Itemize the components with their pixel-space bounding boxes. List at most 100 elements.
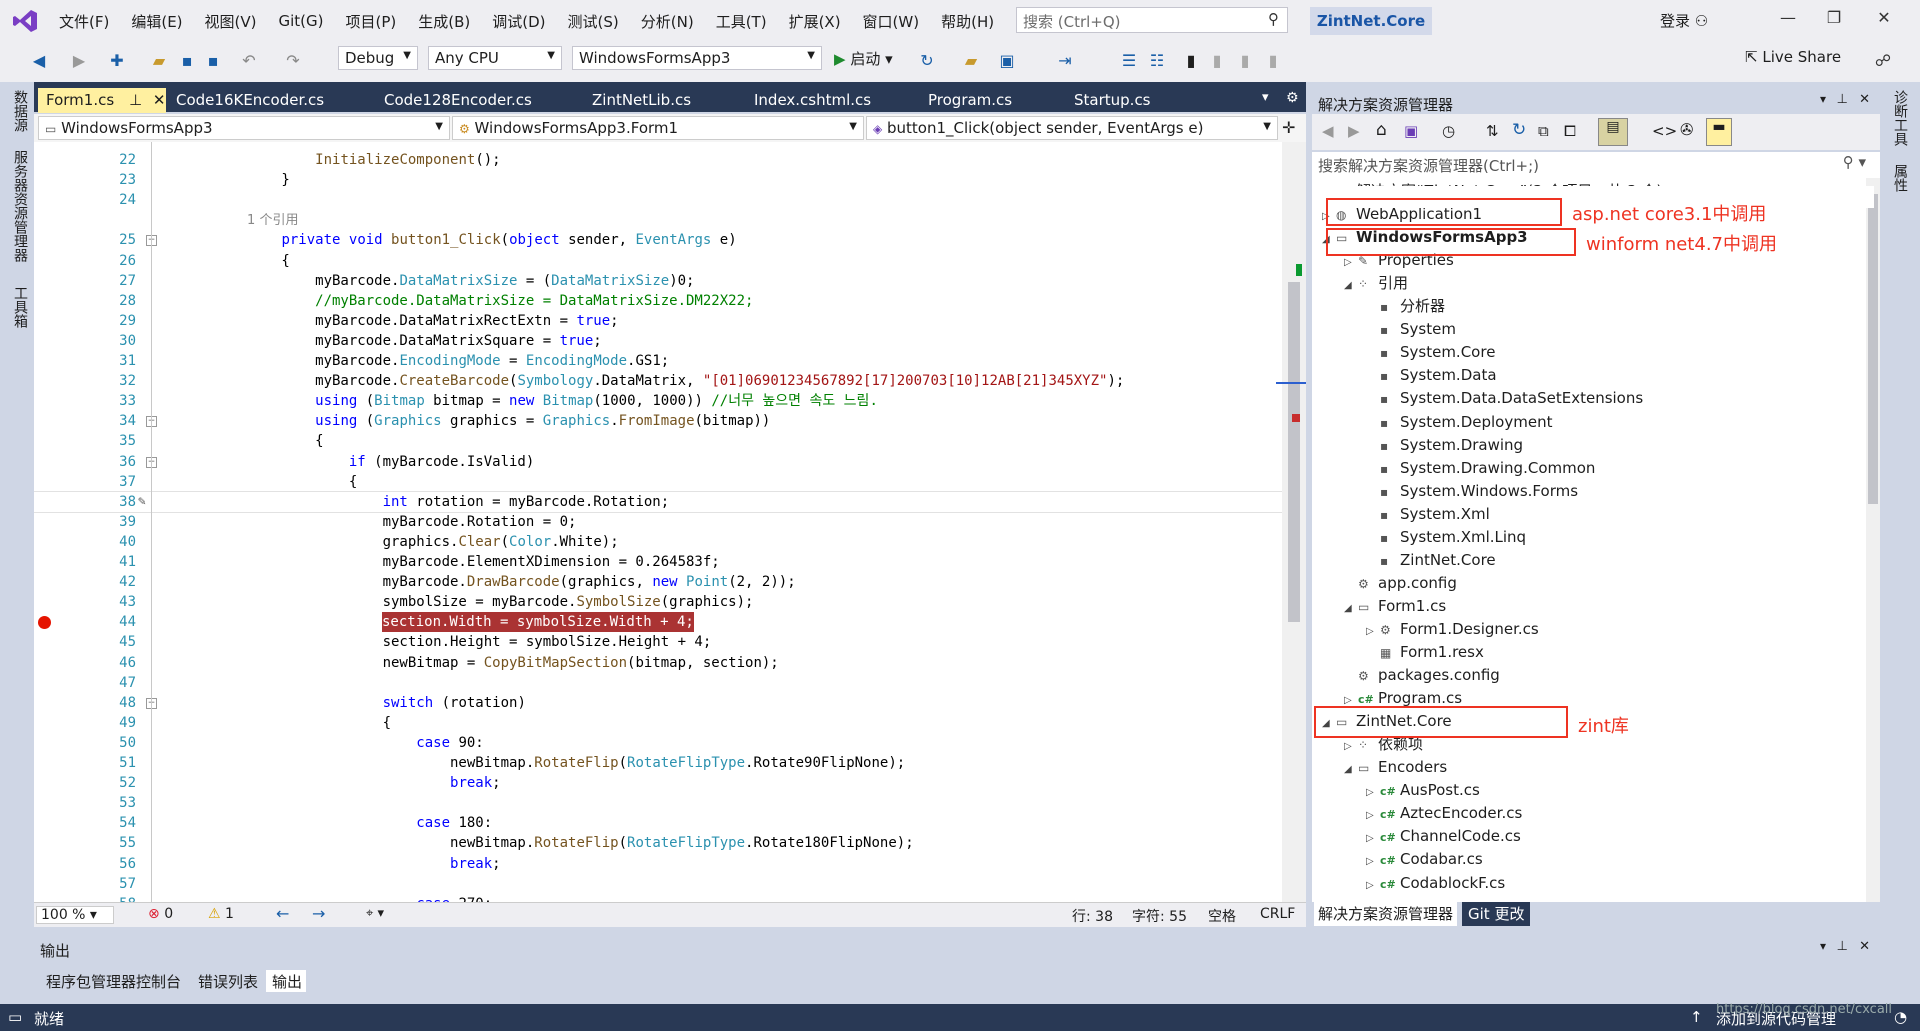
tree-item[interactable]: ▪ System.Drawing.Common (1366, 457, 1595, 480)
tree-item[interactable]: ▪ System.Xml.Linq (1366, 526, 1526, 549)
start-button[interactable]: ▶ 启动 ▾ (834, 48, 893, 69)
tree-item[interactable]: ▷ c# AztecEncoder.cs (1366, 802, 1522, 825)
code-line[interactable]: −48 switch (rotation) (34, 693, 1282, 713)
code-line[interactable]: 55 newBitmap.RotateFlip(RotateFlipType.R… (34, 833, 1282, 853)
expanded-icon[interactable]: ◢ (1344, 758, 1358, 781)
platform-select[interactable]: Any CPU ▼ (428, 46, 562, 70)
collapsed-icon[interactable]: ▷ (1366, 620, 1380, 643)
code-line[interactable]: 30 myBarcode.DataMatrixSquare = true; (34, 331, 1282, 351)
filter-icon[interactable]: ▤ (1598, 118, 1628, 146)
expanded-icon[interactable]: ◢ (1344, 597, 1358, 620)
tree-item[interactable]: ◢ ⁘ 引用 (1344, 272, 1408, 295)
save-icon[interactable]: ▪ (176, 50, 198, 72)
search-input[interactable]: 搜索 (Ctrl+Q) ⚲ (1016, 7, 1288, 33)
tree-item[interactable]: ▪ System.Data.DataSetExtensions (1366, 387, 1643, 410)
dropdown-icon[interactable]: ▾ (1820, 92, 1826, 106)
code-line[interactable]: 31 myBarcode.EncodingMode = EncodingMode… (34, 351, 1282, 371)
tree-item[interactable]: ▷ c# CodablockF.cs (1366, 872, 1505, 895)
menu-item[interactable]: 分析(N) (630, 11, 705, 32)
forward-icon[interactable]: ▶ (68, 50, 90, 72)
tree-item[interactable]: ⚙ packages.config (1344, 664, 1500, 687)
tree-item[interactable]: ▪ System (1366, 318, 1456, 341)
code-line[interactable]: −36 if (myBarcode.IsValid) (34, 452, 1282, 472)
code-line[interactable]: 53 (34, 793, 1282, 813)
error-count[interactable]: ⊗ 0 (148, 906, 173, 922)
step-icon[interactable]: ⇥ (1054, 50, 1076, 72)
close-icon[interactable]: ✕ (1859, 939, 1870, 954)
code-line[interactable]: 44 section.Width = symbolSize.Width + 4; (34, 612, 1282, 633)
code-line[interactable]: 1 个引用 (34, 210, 1282, 230)
collapsed-icon[interactable]: ▷ (1366, 781, 1380, 804)
code-line[interactable]: 23 } (34, 170, 1282, 190)
tab-code128[interactable]: Code128Encoder.cs (376, 88, 576, 113)
login-button[interactable]: 登录 ⚇ (1660, 10, 1708, 31)
minimize-button[interactable]: — (1768, 8, 1808, 34)
code-line[interactable]: 35 { (34, 431, 1282, 451)
code-line[interactable]: 27 myBarcode.DataMatrixSize = (DataMatri… (34, 271, 1282, 291)
tab-zintnetlib[interactable]: ZintNetLib.cs (584, 88, 734, 113)
breakpoint-icon[interactable] (38, 616, 51, 630)
live-share-button[interactable]: ⇱ Live Share (1745, 48, 1841, 66)
close-button[interactable]: ✕ (1864, 8, 1904, 34)
zoom-select[interactable]: 100 % ▾ (36, 906, 114, 924)
new-project-icon[interactable]: ✚ (106, 50, 128, 72)
show-all-files-icon[interactable]: ⧠ (1564, 122, 1576, 140)
tree-item[interactable]: ▪ ZintNet.Core (1366, 549, 1496, 572)
tree-item[interactable]: ▪ System.Windows.Forms (1366, 480, 1578, 503)
diagnostic-tools-tab[interactable]: 诊断工具 (1890, 90, 1910, 146)
restore-button[interactable]: ❐ (1814, 8, 1854, 34)
code-line[interactable]: 26 { (34, 251, 1282, 271)
tree-item[interactable]: ▪ System.Data (1366, 364, 1497, 387)
solution-tree[interactable]: ▣解决方案“ZintNet.Core”(3 个项目，共 3 个)▷◍WebApp… (1312, 178, 1868, 902)
code-line[interactable]: 37 { (34, 472, 1282, 492)
tree-item[interactable]: ▪ 分析器 (1366, 295, 1445, 318)
menu-item[interactable]: 视图(V) (194, 11, 268, 32)
tree-item[interactable]: ◢ ▭ Encoders (1344, 756, 1447, 779)
brush-icon[interactable]: ⌖ ▾ (366, 906, 384, 921)
preview-icon[interactable]: ▬ (1706, 118, 1732, 146)
code-line[interactable]: 39 myBarcode.Rotation = 0; (34, 512, 1282, 532)
code-line[interactable]: 29 myBarcode.DataMatrixRectExtn = true; (34, 311, 1282, 331)
indent-icon[interactable]: ☰ (1118, 50, 1140, 72)
menu-item[interactable]: 扩展(X) (778, 11, 852, 32)
tree-item[interactable]: ◢ ▭ Form1.cs (1344, 595, 1446, 618)
code-line[interactable]: 32 myBarcode.CreateBarcode(Symbology.Dat… (34, 371, 1282, 391)
code-line[interactable]: 41 myBarcode.ElementXDimension = 0.26458… (34, 552, 1282, 572)
bookmark-clear-icon[interactable]: ▮ (1262, 50, 1284, 72)
tree-item[interactable]: ▷ ⚙ Form1.Designer.cs (1366, 618, 1539, 641)
open-folder-icon[interactable]: ▰ (148, 50, 170, 72)
scroll-thumb[interactable] (1288, 282, 1300, 622)
tree-item[interactable]: ▷ c# AusPost.cs (1366, 779, 1480, 802)
tab-program[interactable]: Program.cs (920, 88, 1070, 113)
tab-git-changes[interactable]: Git 更改 (1462, 902, 1531, 926)
code-line[interactable]: 24 (34, 190, 1282, 210)
collapsed-icon[interactable]: ▷ (1366, 827, 1380, 850)
folder-icon[interactable]: ▰ (960, 50, 982, 72)
solution-search-input[interactable]: 搜索解决方案资源管理器(Ctrl+;) ⚲ ▾ (1312, 152, 1880, 179)
tree-item[interactable]: ▪ System.Deployment (1366, 411, 1552, 434)
tab-code16k[interactable]: Code16KEncoder.cs (168, 88, 382, 113)
code-line[interactable]: 42 myBarcode.DrawBarcode(graphics, new P… (34, 572, 1282, 592)
quick-action-icon[interactable]: ✎ (138, 492, 146, 512)
sync-icon[interactable]: ⇅ (1486, 122, 1499, 140)
toolbox-tab[interactable]: 工具箱 (10, 286, 30, 328)
bookmark-next-icon[interactable]: ▮ (1234, 50, 1256, 72)
tree-item[interactable]: ▦ Form1.resx (1366, 641, 1484, 664)
collapse-all-icon[interactable]: ⧉ (1538, 122, 1549, 140)
undo-icon[interactable]: ↶ (238, 50, 260, 72)
code-view-icon[interactable]: <> (1652, 122, 1677, 140)
tab-startup[interactable]: Startup.cs (1066, 88, 1216, 113)
collapsed-icon[interactable]: ▷ (1366, 850, 1380, 873)
eol-indicator[interactable]: CRLF (1260, 906, 1295, 922)
history-icon[interactable]: ◷ (1442, 122, 1455, 140)
code-line[interactable]: 52 break; (34, 773, 1282, 793)
comment-icon[interactable]: ☷ (1146, 50, 1168, 72)
space-indicator[interactable]: 空格 (1208, 906, 1236, 926)
dropdown-icon[interactable]: ▾ (1820, 939, 1826, 953)
code-line[interactable]: 40 graphics.Clear(Color.White); (34, 532, 1282, 552)
tree-scrollbar[interactable] (1866, 178, 1880, 902)
tab-solution-explorer[interactable]: 解决方案资源管理器 (1314, 902, 1458, 926)
tree-item[interactable]: ▪ System.Drawing (1366, 434, 1523, 457)
tab-form1[interactable]: Form1.cs ⊥ ✕ (38, 88, 166, 113)
back-icon[interactable]: ◀ (28, 50, 50, 72)
